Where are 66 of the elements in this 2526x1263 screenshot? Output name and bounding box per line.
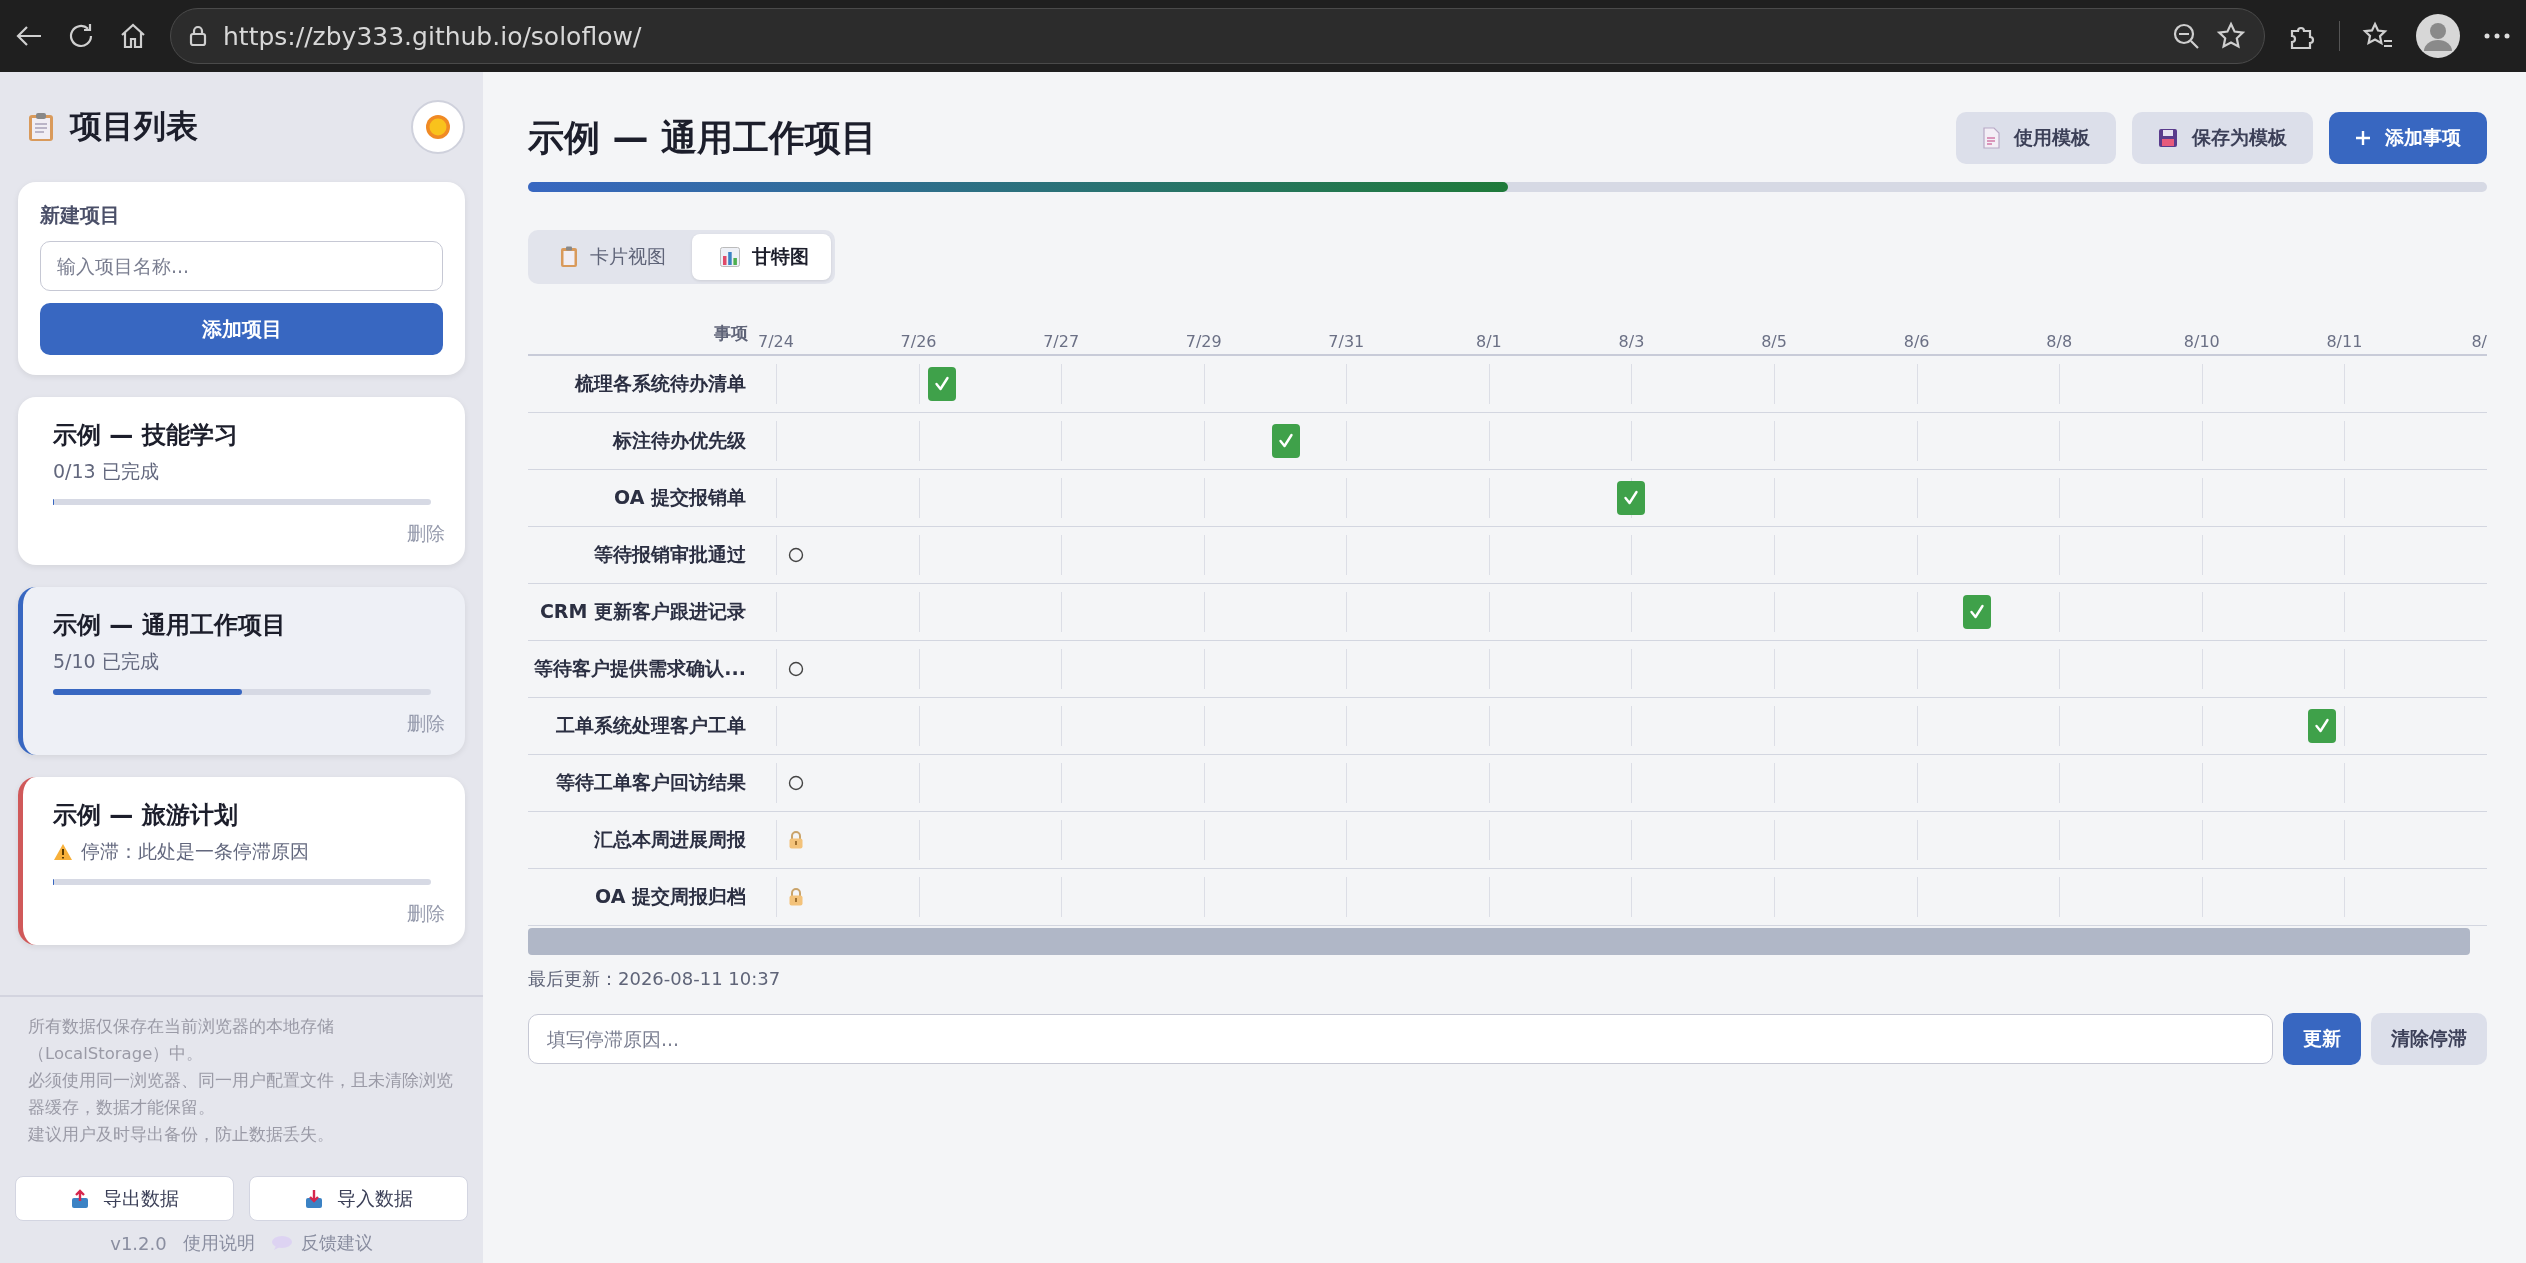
- theme-toggle-button[interactable]: [411, 100, 465, 154]
- date-label: 7/27: [1043, 332, 1080, 351]
- update-button[interactable]: 更新: [2283, 1013, 2361, 1065]
- date-label: 7/24: [758, 332, 794, 351]
- task-name: OA 提交报销单: [613, 485, 747, 510]
- last-updated-text: 最后更新：2026-08-11 10:37: [528, 967, 782, 991]
- date-label: 8/6: [1903, 332, 1930, 351]
- date-label: 8/5: [1761, 332, 1787, 351]
- date-label: 8/11: [2326, 332, 2363, 351]
- sidebar-title: 项目列表: [70, 106, 199, 147]
- new-project-label: 新建项目: [40, 202, 121, 229]
- bar-chart-icon: [720, 247, 740, 267]
- stall-reason-field[interactable]: 填写停滞原因...: [528, 1014, 2273, 1064]
- progress-count: 0/13 已完成: [53, 459, 159, 484]
- export-button[interactable]: 导出数据: [15, 1176, 234, 1221]
- upload-tray-icon: [70, 1188, 89, 1209]
- project-name: 示例 — 旅游计划: [53, 800, 239, 831]
- zoom-out-icon[interactable]: [2172, 22, 2200, 50]
- task-name: 等待报销审批通过: [593, 542, 747, 567]
- task-name: 等待工单客户回访结果: [555, 770, 747, 795]
- address-bar[interactable]: https://zby333.github.io/soloflow/: [170, 8, 2265, 64]
- document-icon: [1982, 127, 2000, 149]
- version-label: v1.2.0: [110, 1232, 167, 1254]
- scrollbar[interactable]: [528, 928, 2470, 955]
- view-tab[interactable]: 卡片视图: [532, 234, 688, 280]
- date-label: 8/3: [1618, 332, 1645, 351]
- lock-icon: [189, 25, 207, 47]
- project-name: 示例 — 通用工作项目: [53, 610, 287, 641]
- clear-stall-button[interactable]: 清除停滞: [2371, 1013, 2487, 1065]
- clipboard-icon: [560, 246, 578, 268]
- avatar-icon[interactable]: [2416, 14, 2460, 58]
- task-name: 汇总本周进展周报: [593, 827, 747, 852]
- view-tab[interactable]: 甘特图: [692, 234, 831, 280]
- project-title: 示例 — 通用工作项目: [528, 115, 879, 160]
- task-name: OA 提交周报归档: [594, 884, 747, 909]
- date-label: 7/29: [1185, 332, 1222, 351]
- task-name: 工单系统处理客户工单: [555, 713, 747, 738]
- task-name: 标注待办优先级: [611, 428, 747, 453]
- download-tray-icon: [304, 1188, 323, 1209]
- stall-reason: 停滞：此处是一条停滞原因: [81, 839, 309, 864]
- use-template-button[interactable]: 使用模板: [1956, 112, 2116, 164]
- sun-icon: [424, 113, 452, 141]
- storage-notice: 所有数据仅保存在当前浏览器的本地存储（LocalStorage）中。 必须使用同一浏览器、同一用户配置文件，且未清除浏览器缓存，数据才能保留。 建议用户及时导出备份，防止数据丢失。: [27, 1016, 454, 1146]
- date-label: 8/: [2471, 332, 2487, 351]
- task-name: 梳理各系统待办清单: [573, 371, 747, 396]
- clipboard-icon: [28, 112, 54, 142]
- task-name: CRM 更新客户跟进记录: [538, 599, 747, 624]
- date-label: 8/1: [1476, 332, 1502, 351]
- project-name: 示例 — 技能学习: [53, 420, 239, 451]
- star-icon[interactable]: [2216, 21, 2246, 51]
- task-name: 等待客户提供需求确认...: [533, 656, 747, 681]
- add-item-button[interactable]: 添加事项: [2329, 112, 2487, 164]
- project-card[interactable]: 示例 — 旅游计划 停滞：此处是一条停滞原因 删除: [18, 777, 465, 945]
- project-card[interactable]: 示例 — 技能学习 0/13 已完成 删除: [18, 397, 465, 565]
- date-label: 7/31: [1328, 332, 1365, 351]
- date-label: 8/8: [2046, 332, 2073, 351]
- save-template-button[interactable]: 保存为模板: [2132, 112, 2313, 164]
- import-button[interactable]: 导入数据: [249, 1176, 468, 1221]
- project-name-field[interactable]: 输入项目名称...: [40, 241, 443, 291]
- add-project-button[interactable]: 添加项目: [40, 303, 443, 355]
- project-card[interactable]: 示例 — 通用工作项目 5/10 已完成 删除: [18, 587, 465, 755]
- progress-count: 5/10 已完成: [53, 649, 159, 674]
- date-label: 7/26: [900, 332, 937, 351]
- warning-icon: [53, 843, 73, 861]
- date-label: 8/10: [2183, 332, 2220, 351]
- plus-icon: [2355, 130, 2371, 146]
